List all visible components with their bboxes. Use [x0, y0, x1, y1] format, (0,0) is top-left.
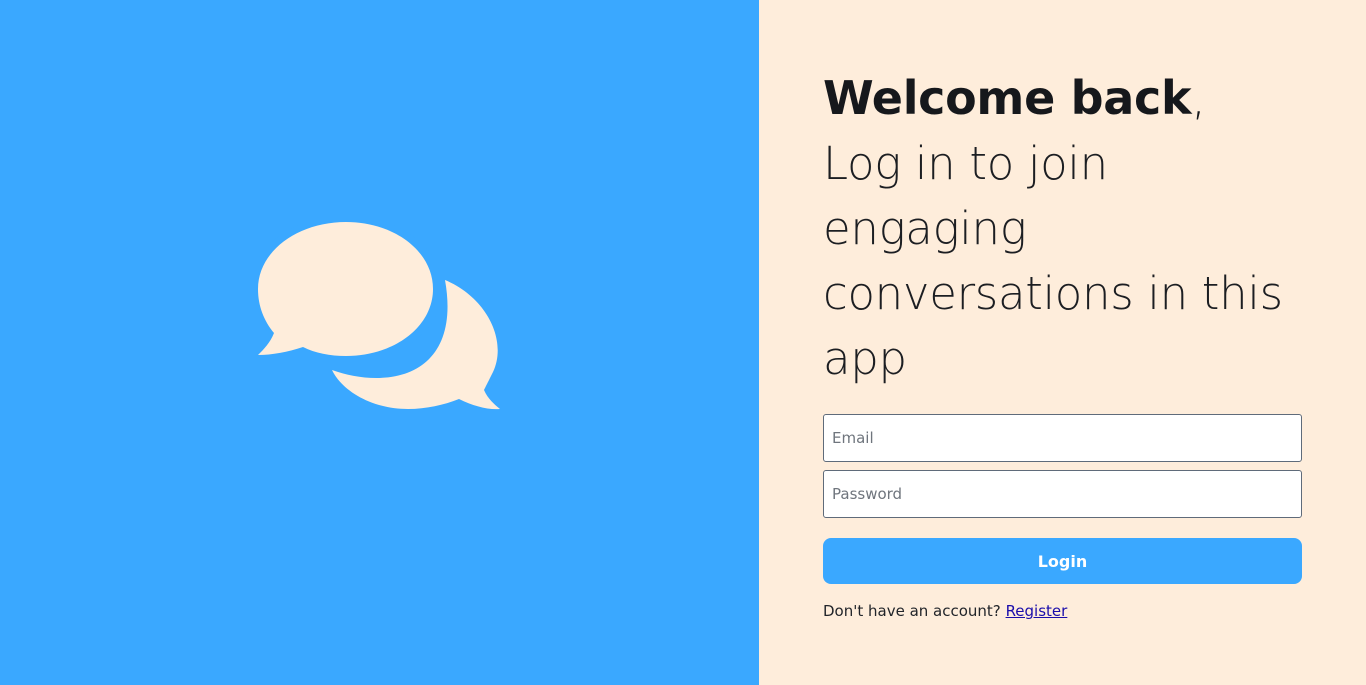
welcome-comma: ,: [1191, 71, 1206, 125]
register-link[interactable]: Register: [1006, 602, 1068, 620]
login-form: Login: [823, 414, 1302, 584]
email-field[interactable]: [823, 414, 1302, 462]
login-button[interactable]: Login: [823, 538, 1302, 584]
login-panel: Welcome back, Log in to join engaging co…: [759, 0, 1366, 685]
password-field[interactable]: [823, 470, 1302, 518]
welcome-subtitle: Log in to join engaging conversations in…: [823, 137, 1283, 385]
brand-panel: [0, 0, 759, 685]
chat-bubbles-icon: [258, 222, 500, 410]
welcome-title: Welcome back: [823, 71, 1192, 125]
login-page: Welcome back, Log in to join engaging co…: [0, 0, 1366, 685]
welcome-heading: Welcome back, Log in to join engaging co…: [823, 66, 1302, 391]
register-prompt: Don't have an account? Register: [823, 602, 1302, 620]
login-content: Welcome back, Log in to join engaging co…: [823, 66, 1302, 620]
register-prompt-text: Don't have an account?: [823, 602, 1001, 620]
